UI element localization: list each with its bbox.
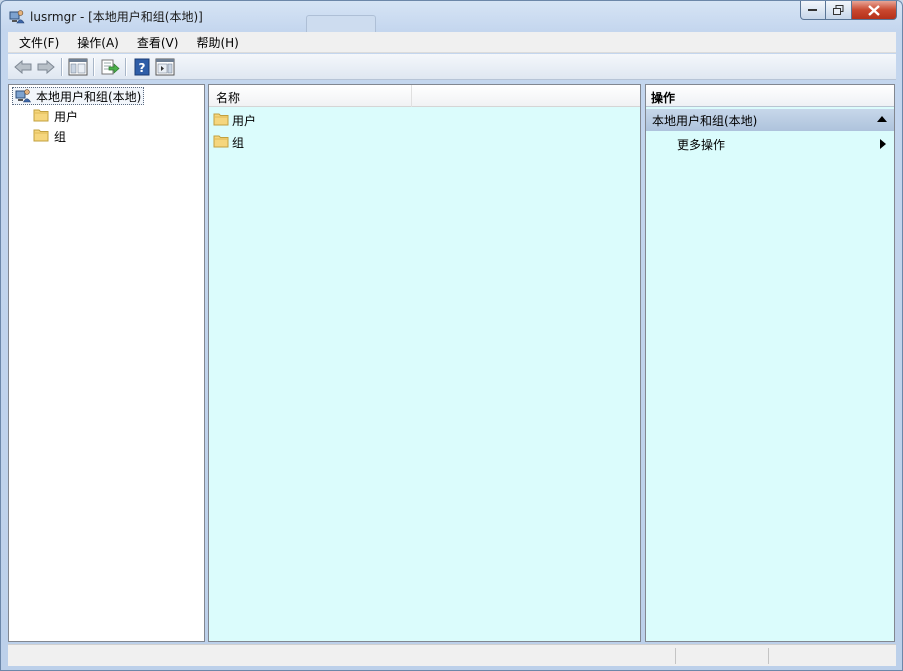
minimize-icon [808, 9, 817, 11]
minimize-button[interactable] [800, 1, 826, 20]
export-list-button[interactable] [98, 56, 121, 78]
arrow-left-icon [13, 59, 31, 74]
background-window-edge [306, 15, 376, 33]
title-bar[interactable]: lusrmgr - [本地用户和组(本地)] [1, 1, 902, 33]
close-button[interactable] [852, 1, 897, 20]
users-computer-icon [9, 8, 25, 24]
forward-button[interactable] [34, 56, 57, 78]
menu-action[interactable]: 操作(A) [66, 34, 126, 51]
submenu-arrow-icon [880, 139, 886, 149]
toolbar-separator [93, 57, 94, 76]
svg-text:?: ? [138, 61, 145, 75]
tree-item-label: 组 [54, 129, 67, 144]
column-header-empty [412, 85, 640, 107]
menu-help[interactable]: 帮助(H) [185, 34, 245, 51]
tree-item-label: 用户 [54, 109, 79, 124]
tree-root-label: 本地用户和组(本地) [36, 89, 142, 104]
help-icon: ? [134, 58, 149, 75]
menu-bar: 文件(F) 操作(A) 查看(V) 帮助(H) [8, 32, 896, 53]
column-header-name[interactable]: 名称 [209, 85, 412, 107]
status-bar [8, 644, 896, 666]
folder-icon [33, 108, 49, 125]
folder-icon [213, 112, 229, 129]
actions-section-header[interactable]: 本地用户和组(本地) [646, 109, 894, 131]
collapse-up-icon [877, 116, 887, 122]
actions-section-label: 本地用户和组(本地) [652, 113, 758, 128]
status-divider [675, 648, 676, 664]
more-actions-item[interactable]: 更多操作 [677, 135, 892, 153]
folder-icon [213, 134, 229, 151]
close-icon [868, 4, 880, 16]
list-header: 名称 [209, 85, 640, 107]
actions-title: 操作 [646, 85, 894, 107]
tree-root-item[interactable]: 本地用户和组(本地) [12, 87, 145, 106]
restore-button[interactable] [826, 1, 852, 20]
more-actions-label: 更多操作 [677, 137, 726, 152]
result-list-pane: 名称 用户 组 [208, 84, 641, 642]
tree-item-groups[interactable]: 组 [33, 127, 66, 145]
restore-icon [833, 5, 844, 15]
menu-file[interactable]: 文件(F) [8, 34, 66, 51]
caption-buttons [800, 1, 897, 21]
show-hide-action-pane-icon [155, 58, 174, 75]
list-item-groups[interactable]: 组 [213, 132, 244, 152]
actions-pane: 操作 本地用户和组(本地) 更多操作 [645, 84, 895, 642]
folder-icon [33, 128, 49, 145]
toolbar-separator [125, 57, 126, 76]
toolbar-separator [61, 57, 62, 76]
arrow-right-icon [37, 59, 55, 74]
show-hide-action-pane-button[interactable] [153, 56, 176, 78]
tree-item-users[interactable]: 用户 [33, 107, 78, 125]
show-hide-tree-button[interactable] [66, 56, 89, 78]
list-item-users[interactable]: 用户 [213, 110, 256, 130]
list-item-label: 用户 [232, 113, 257, 128]
back-button[interactable] [11, 56, 34, 78]
users-computer-icon [15, 87, 32, 106]
menu-view[interactable]: 查看(V) [126, 34, 186, 51]
list-item-label: 组 [232, 135, 245, 150]
mmc-window: lusrmgr - [本地用户和组(本地)] 文件(F) 操作(A) 查看(V) [0, 0, 903, 671]
export-list-icon [101, 59, 120, 74]
console-tree-pane: 本地用户和组(本地) 用户 组 [8, 84, 205, 642]
help-button[interactable]: ? [130, 56, 153, 78]
status-divider [768, 648, 769, 664]
show-hide-tree-icon [68, 58, 87, 75]
window-title: lusrmgr - [本地用户和组(本地)] [30, 10, 203, 24]
toolbar: ? [8, 54, 896, 80]
